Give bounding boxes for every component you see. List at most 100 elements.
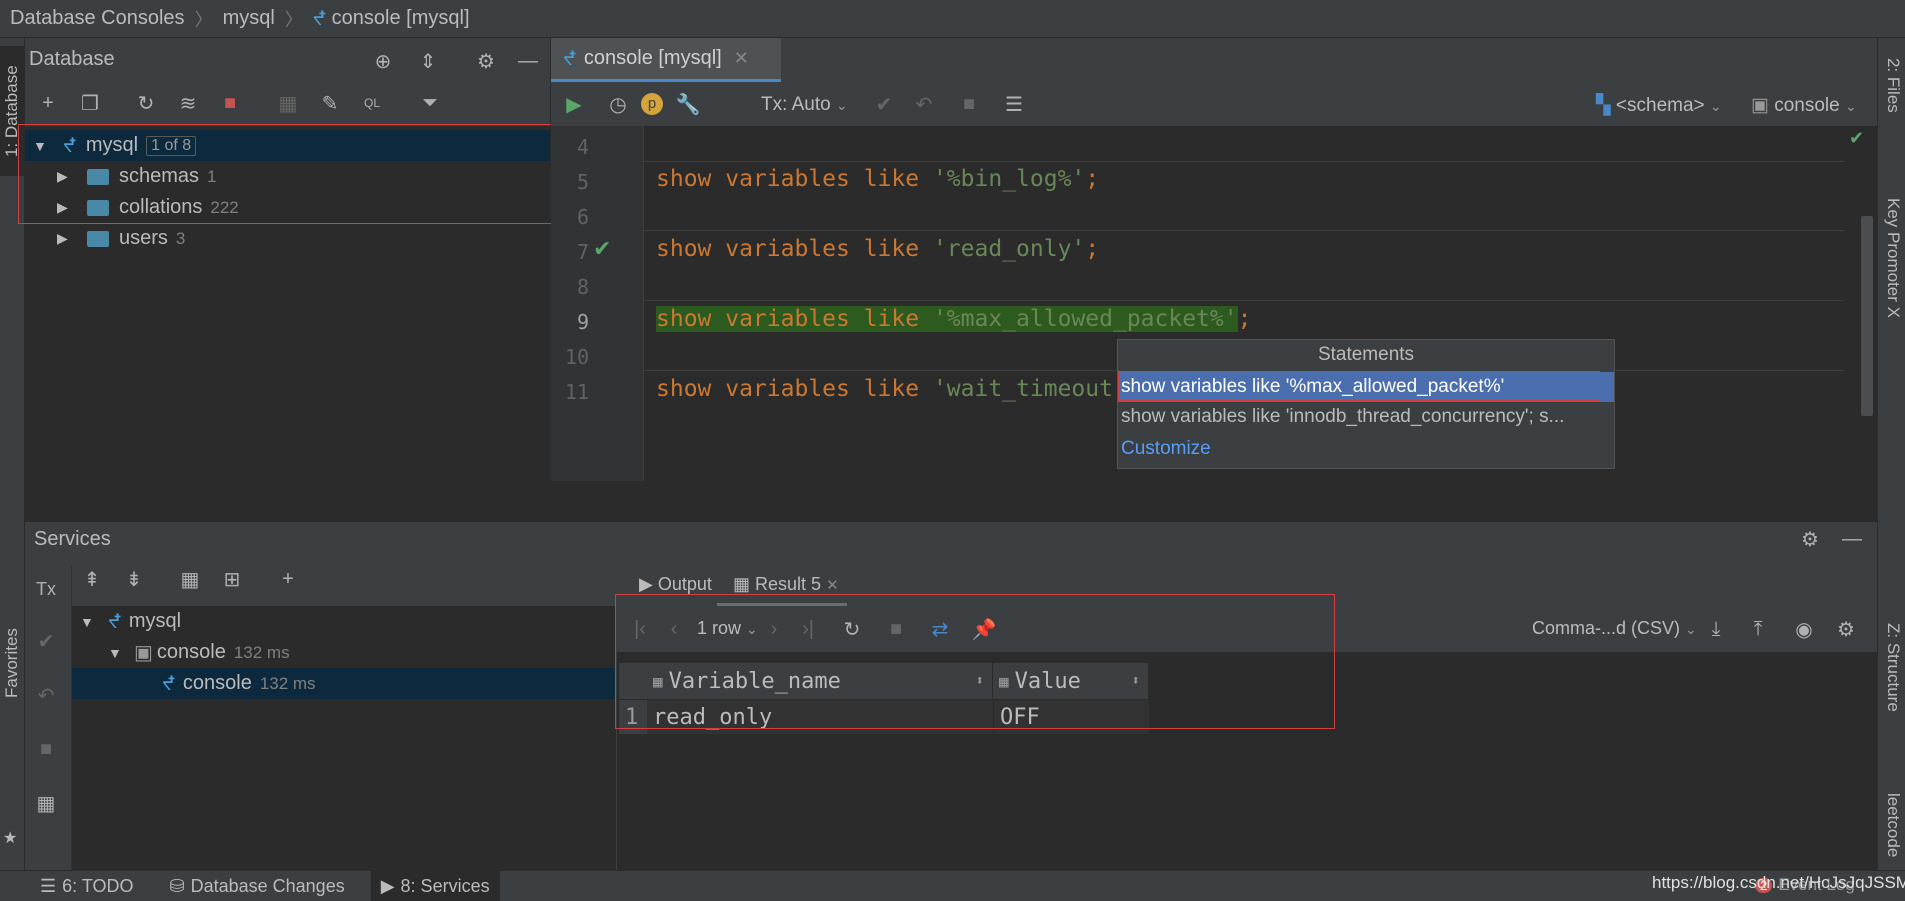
expand-right-icon[interactable]: ▶ xyxy=(57,230,75,247)
tree-item-users[interactable]: ▶ users 3 xyxy=(25,223,550,254)
mysql-datasource-icon: ᖪ xyxy=(63,133,76,158)
breadcrumb-item-console[interactable]: console [mysql] xyxy=(332,7,470,30)
tx-icon[interactable]: Tx xyxy=(33,576,59,602)
stop-icon[interactable]: ■ xyxy=(956,91,982,117)
result-tabs: ▶ Output ▦ Result 5 ✕ xyxy=(617,566,1877,606)
new-tab-icon[interactable]: ⊞ xyxy=(219,566,245,592)
tool-tab-favorites[interactable]: Favorites xyxy=(0,618,24,708)
collapse-all-icon[interactable]: ⇟ xyxy=(121,566,147,592)
breadcrumb-item-mysql[interactable]: mysql xyxy=(223,7,275,30)
sort-icon[interactable]: ⬍ xyxy=(1132,673,1140,689)
run-icon[interactable]: ▶ xyxy=(561,91,587,117)
gear-icon[interactable]: ⚙ xyxy=(1833,616,1859,642)
popup-item-innodb[interactable]: show variables like 'innodb_thread_concu… xyxy=(1118,402,1614,432)
export-format-dropdown[interactable]: Comma-...d (CSV) ⌄ xyxy=(1532,618,1697,639)
services-tab[interactable]: ▶ 8: Services xyxy=(371,871,500,901)
group-icon[interactable]: ▦ xyxy=(177,566,203,592)
eye-icon[interactable]: ◉ xyxy=(1791,616,1817,642)
compare-icon[interactable]: ⇄ xyxy=(927,616,953,642)
tx-mode-dropdown[interactable]: Tx: Auto ⌄ xyxy=(761,94,848,116)
refresh-icon[interactable]: ↻ xyxy=(133,90,159,116)
svc-tree-mysql[interactable]: ▼ ᖪ mysql xyxy=(72,606,616,637)
crosshair-icon[interactable]: ⊕ xyxy=(370,48,396,74)
console-dropdown[interactable]: ▣ console ⌄ xyxy=(1751,94,1857,117)
expand-all-icon[interactable]: ⇞ xyxy=(79,566,105,592)
column-header-value[interactable]: ▦ Value ⬍ xyxy=(993,663,1149,699)
tab-output[interactable]: ▶ Output xyxy=(639,574,712,595)
tool-tab-structure[interactable]: Z: Structure xyxy=(1883,623,1903,712)
collapse-icon[interactable]: ⇕ xyxy=(415,48,441,74)
schema-label: <schema> xyxy=(1616,95,1705,116)
db-sync-icon[interactable]: ≋ xyxy=(175,90,201,116)
sort-icon[interactable]: ⬍ xyxy=(976,673,984,689)
chevron-down-icon: ⌄ xyxy=(746,621,758,637)
todo-tab[interactable]: ☰ 6: TODO xyxy=(30,871,144,901)
editor-scrollbar[interactable] xyxy=(1861,216,1873,416)
tool-tab-key-promoter[interactable]: Key Promoter X xyxy=(1883,198,1903,318)
upload-icon[interactable]: ⤒ xyxy=(1745,616,1771,642)
line-number: 5 xyxy=(551,170,589,194)
console-label: console xyxy=(1774,95,1840,116)
gear-icon[interactable]: ⚙ xyxy=(1797,526,1823,552)
schema-dropdown[interactable]: ▚ <schema> ⌄ xyxy=(1596,94,1722,117)
stop-icon[interactable]: ■ xyxy=(217,90,243,116)
close-icon[interactable]: ✕ xyxy=(826,577,839,594)
last-page-icon[interactable]: ›| xyxy=(795,616,821,642)
chevron-down-icon: ⌄ xyxy=(836,97,848,113)
next-page-icon[interactable]: › xyxy=(761,616,787,642)
folder-icon xyxy=(87,231,109,247)
history-icon[interactable]: ◷ xyxy=(605,91,631,117)
tree-item-collations[interactable]: ▶ collations 222 xyxy=(25,192,550,223)
edit-icon[interactable]: ✎ xyxy=(317,90,343,116)
parameters-icon[interactable]: p xyxy=(639,91,665,117)
download-icon[interactable]: ⤓ xyxy=(1703,616,1729,642)
ql-console-icon[interactable]: QL xyxy=(359,90,385,116)
tree-item-mysql[interactable]: ▼ ᖪ mysql 1 of 8 xyxy=(25,130,550,161)
tool-tab-files[interactable]: 2: Files xyxy=(1883,58,1903,113)
expand-right-icon[interactable]: ▶ xyxy=(57,199,75,216)
copy-icon[interactable]: ❐ xyxy=(77,90,103,116)
filter-icon[interactable]: ⏷ xyxy=(417,90,443,116)
commit-icon[interactable]: ✔ xyxy=(33,628,59,654)
tree-item-schemas[interactable]: ▶ schemas 1 xyxy=(25,161,550,192)
rollback-icon[interactable]: ↶ xyxy=(33,682,59,708)
row-count-dropdown[interactable]: 1 row ⌄ xyxy=(697,618,758,639)
expand-right-icon[interactable]: ▶ xyxy=(57,168,75,185)
expand-down-icon[interactable]: ▼ xyxy=(80,614,98,630)
table-icon[interactable]: ▦ xyxy=(275,90,301,116)
database-changes-tab[interactable]: ⛁ Database Changes xyxy=(160,871,355,901)
minimize-icon[interactable]: — xyxy=(1839,526,1865,552)
column-header-variable-name[interactable]: ▦ Variable_name ⬍ xyxy=(647,663,993,699)
close-icon[interactable]: ✕ xyxy=(734,48,749,69)
breadcrumb-item-consoles[interactable]: Database Consoles xyxy=(10,7,185,30)
stop-icon[interactable]: ■ xyxy=(883,616,909,642)
expand-down-icon[interactable]: ▼ xyxy=(33,138,51,154)
tool-tab-leetcode[interactable]: leetcode xyxy=(1883,793,1903,857)
wrench-icon[interactable]: 🔧 xyxy=(675,91,701,117)
minimize-icon[interactable]: — xyxy=(515,48,541,74)
layout-icon[interactable]: ▦ xyxy=(33,790,59,816)
popup-customize-link[interactable]: Customize xyxy=(1118,434,1614,464)
add-service-icon[interactable]: + xyxy=(275,566,301,592)
tool-tab-database[interactable]: 1: Database xyxy=(0,46,24,176)
gear-icon[interactable]: ⚙ xyxy=(473,48,499,74)
expand-down-icon[interactable]: ▼ xyxy=(108,645,126,661)
rollback-icon[interactable]: ↶ xyxy=(911,91,937,117)
svc-tree-console-child[interactable]: ᖪ console 132 ms xyxy=(72,668,616,699)
services-icon: ▶ xyxy=(381,876,395,897)
table-view-icon[interactable]: ☰ xyxy=(1001,91,1027,117)
grid-cell[interactable]: read_only xyxy=(647,700,993,734)
grid-cell[interactable]: OFF xyxy=(993,700,1149,734)
first-page-icon[interactable]: |‹ xyxy=(627,616,653,642)
tab-result-5[interactable]: ▦ Result 5 ✕ xyxy=(717,566,847,606)
popup-item-max-allowed-packet[interactable]: show variables like '%max_allowed_packet… xyxy=(1118,372,1614,402)
prev-page-icon[interactable]: ‹ xyxy=(661,616,687,642)
add-icon[interactable]: + xyxy=(35,90,61,116)
svc-tree-console[interactable]: ▼ ▣ console 132 ms xyxy=(72,637,616,668)
star-icon: ★ xyxy=(3,828,17,848)
pin-icon[interactable]: 📌 xyxy=(971,616,997,642)
commit-icon[interactable]: ✔ xyxy=(871,91,897,117)
tab-console-mysql[interactable]: ᖪ console [mysql] ✕ xyxy=(551,38,781,82)
refresh-icon[interactable]: ↻ xyxy=(839,616,865,642)
stop-icon[interactable]: ■ xyxy=(33,736,59,762)
